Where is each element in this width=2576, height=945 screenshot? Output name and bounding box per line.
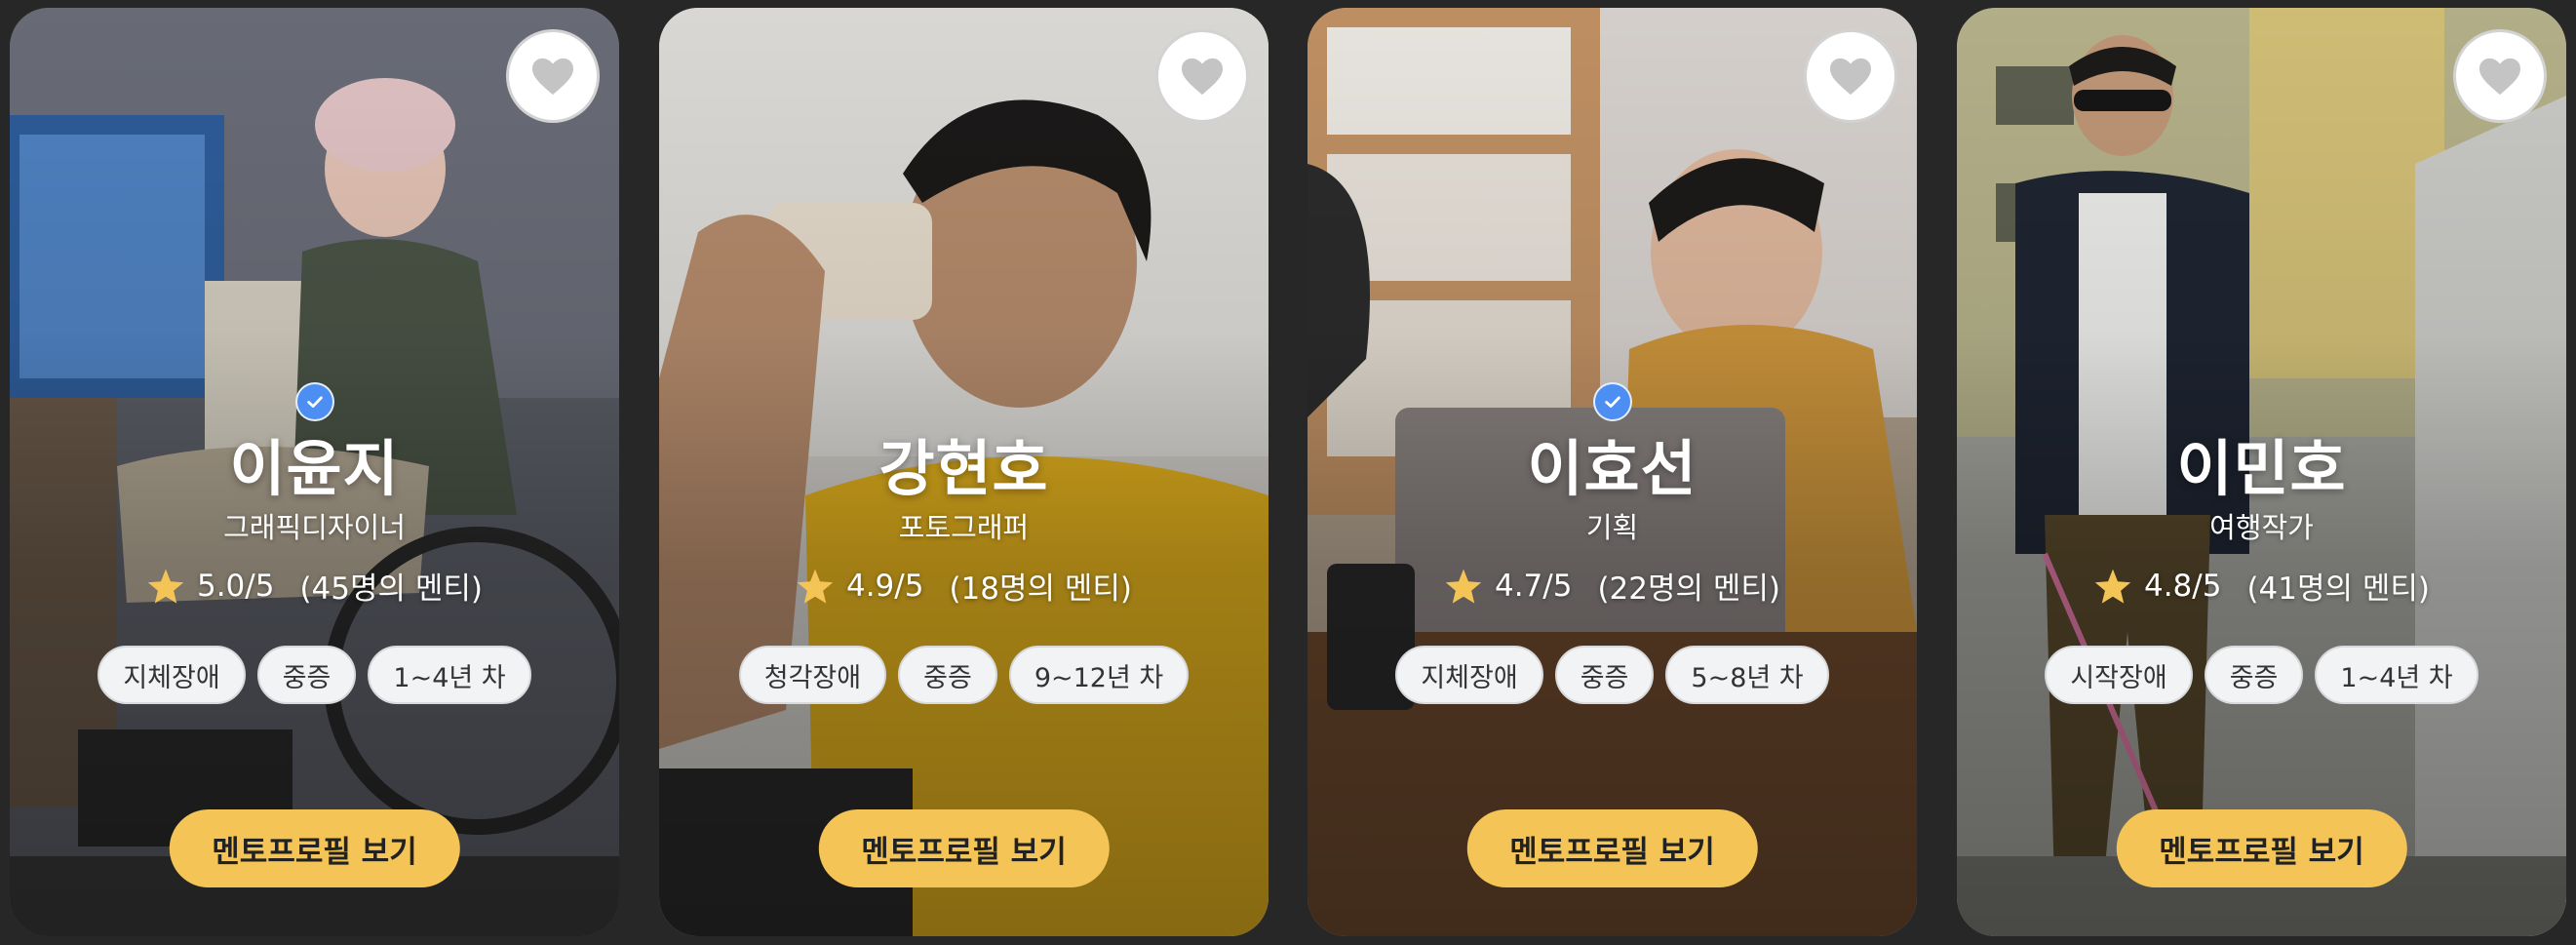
star-icon <box>2094 569 2131 604</box>
star-icon <box>1445 569 1482 604</box>
mentor-role: 기획 <box>1585 511 1639 544</box>
mentor-tags: 지체장애 중증 1~4년 차 <box>10 646 619 704</box>
tag-severity: 중증 <box>256 646 357 704</box>
star-icon <box>147 569 184 604</box>
tag-disability: 지체장애 <box>1395 646 1543 704</box>
verified-badge <box>1592 382 1632 421</box>
mentor-rating: 4.7/5 (22명의 멘티) <box>1308 564 1917 608</box>
mentor-name: 강현호 <box>878 433 1049 504</box>
mentor-card[interactable]: 이윤지 그래픽디자이너 5.0/5 (45명의 멘티) 지체장애 중증 1~4년… <box>10 8 619 936</box>
mentor-rating: 5.0/5 (45명의 멘티) <box>10 564 619 608</box>
mentor-rating: 4.8/5 (41명의 멘티) <box>1957 564 2566 608</box>
mentor-card-grid: 이윤지 그래픽디자이너 5.0/5 (45명의 멘티) 지체장애 중증 1~4년… <box>0 0 2576 945</box>
tag-experience: 1~4년 차 <box>2315 646 2478 704</box>
favorite-button[interactable] <box>506 29 600 123</box>
star-icon <box>797 569 834 604</box>
favorite-button[interactable] <box>1155 29 1249 123</box>
tag-severity: 중증 <box>2204 646 2304 704</box>
heart-icon <box>1830 58 1871 96</box>
mentor-card[interactable]: 강현호 포토그래퍼 4.9/5 (18명의 멘티) 청각장애 중증 9~12년 … <box>659 8 1268 936</box>
tag-experience: 1~4년 차 <box>368 646 531 704</box>
heart-icon <box>1182 58 1223 96</box>
tag-disability: 시작장애 <box>2045 646 2193 704</box>
tag-experience: 5~8년 차 <box>1665 646 1829 704</box>
tag-severity: 중증 <box>898 646 997 704</box>
mentor-tags: 지체장애 중증 5~8년 차 <box>1308 646 1917 704</box>
check-icon <box>1604 396 1620 408</box>
favorite-button[interactable] <box>2453 29 2547 123</box>
mentor-card[interactable]: 이효선 기획 4.7/5 (22명의 멘티) 지체장애 중증 5~8년 차 멘토… <box>1308 8 1917 936</box>
mentee-count: (18명의 멘티) <box>949 571 1133 607</box>
view-mentor-profile-button[interactable]: 멘토프로필 보기 <box>1466 809 1758 887</box>
rating-score: 5.0/5 <box>196 568 275 604</box>
mentor-name: 이민호 <box>2176 433 2347 504</box>
rating-score: 4.7/5 <box>1494 568 1573 604</box>
mentor-rating: 4.9/5 (18명의 멘티) <box>659 564 1268 608</box>
mentor-card[interactable]: 이민호 여행작가 4.8/5 (41명의 멘티) 시작장애 중증 1~4년 차 … <box>1957 8 2566 936</box>
heart-icon <box>532 58 573 96</box>
mentor-role: 그래픽디자이너 <box>223 511 406 544</box>
tag-disability: 지체장애 <box>98 646 246 704</box>
verified-badge <box>294 382 334 421</box>
view-mentor-profile-button[interactable]: 멘토프로필 보기 <box>2116 809 2407 887</box>
mentor-tags: 청각장애 중증 9~12년 차 <box>659 646 1268 704</box>
rating-score: 4.9/5 <box>845 568 924 604</box>
tag-disability: 청각장애 <box>738 646 887 704</box>
tag-severity: 중증 <box>1554 646 1655 704</box>
heart-icon <box>2479 58 2520 96</box>
view-mentor-profile-button[interactable]: 멘토프로필 보기 <box>818 809 1110 887</box>
mentor-role: 포토그래퍼 <box>898 511 1030 544</box>
mentor-tags: 시작장애 중증 1~4년 차 <box>1957 646 2566 704</box>
view-mentor-profile-button[interactable]: 멘토프로필 보기 <box>169 809 460 887</box>
tag-experience: 9~12년 차 <box>1008 646 1190 704</box>
mentee-count: (45명의 멘티) <box>299 571 484 607</box>
mentor-name: 이효선 <box>1527 433 1698 504</box>
mentor-name: 이윤지 <box>229 433 400 504</box>
mentor-role: 여행작가 <box>2209 511 2314 544</box>
mentee-count: (41명의 멘티) <box>2246 571 2431 607</box>
rating-score: 4.8/5 <box>2143 568 2222 604</box>
favorite-button[interactable] <box>1804 29 1897 123</box>
mentee-count: (22명의 멘티) <box>1597 571 1781 607</box>
check-icon <box>306 396 323 408</box>
